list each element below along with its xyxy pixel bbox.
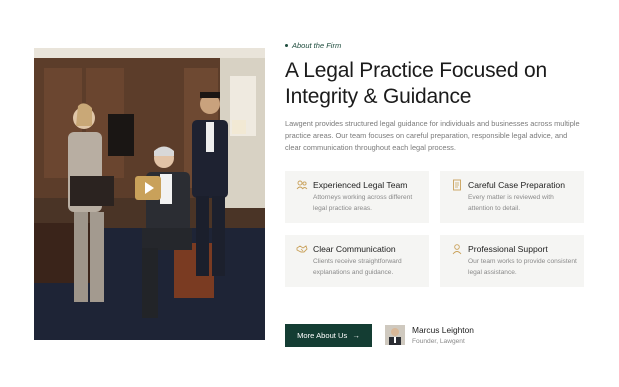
avatar [385,325,405,345]
support-person-icon [452,244,462,255]
cta-label: More About Us [297,331,348,340]
feature-title: Clear Communication [313,244,396,254]
section-description: Lawgent provides structured legal guidan… [285,119,580,153]
more-about-us-button[interactable]: More About Us → [285,324,372,347]
arrow-right-icon: → [352,331,360,340]
handshake-icon [296,245,308,253]
feature-card-team: Experienced Legal Team Attorneys working… [285,171,429,223]
feature-title: Careful Case Preparation [468,180,565,190]
eyebrow-label: About the Firm [292,41,342,50]
section-title: A Legal Practice Focused on Integrity & … [285,59,547,108]
team-icon [296,180,308,190]
play-video-button[interactable] [135,176,161,200]
founder-role: Founder, Lawgent [412,338,465,345]
founder-name: Marcus Leighton [412,325,474,335]
bullet-dot-icon [285,44,288,47]
feature-description: Attorneys working across different legal… [313,194,413,212]
team-photo [34,48,265,340]
feature-description: Our team works to provide consistent leg… [468,258,577,276]
feature-title: Professional Support [468,244,548,254]
feature-card-case-prep: Careful Case Preparation Every matter is… [440,171,584,223]
feature-card-communication: Clear Communication Clients receive stra… [285,235,429,287]
document-icon [453,179,461,191]
feature-description: Every matter is reviewed with attention … [468,194,554,212]
play-icon [144,182,154,194]
feature-title: Experienced Legal Team [313,180,408,190]
feature-description: Clients receive straightforward explanat… [313,258,402,276]
section-eyebrow: About the Firm [285,41,341,50]
feature-card-support: Professional Support Our team works to p… [440,235,584,287]
founder-avatar-image [385,325,405,345]
